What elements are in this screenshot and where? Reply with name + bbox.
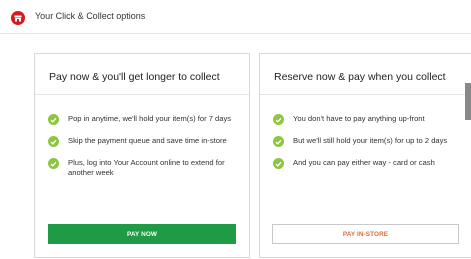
pay-now-option-card: Pay now & you'll get longer to collect P… bbox=[34, 53, 250, 258]
page-title: Your Click & Collect options bbox=[35, 11, 146, 21]
benefit-text: Skip the payment queue and save time in-… bbox=[68, 136, 227, 145]
check-icon bbox=[48, 136, 59, 147]
side-feedback-tab[interactable] bbox=[465, 83, 471, 120]
benefit-text: But we'll still hold your item(s) for up… bbox=[293, 136, 448, 145]
click-collect-page: Your Click & Collect options Pay now & y… bbox=[0, 0, 471, 259]
store-icon bbox=[11, 11, 25, 25]
pay-now-button[interactable]: PAY NOW bbox=[48, 224, 236, 244]
card-title: Pay now & you'll get longer to collect bbox=[49, 71, 220, 83]
divider bbox=[35, 94, 249, 95]
card-title: Reserve now & pay when you collect bbox=[274, 71, 446, 83]
header-bar: Your Click & Collect options bbox=[0, 0, 471, 34]
benefit-text: You don't have to pay anything up-front bbox=[293, 114, 425, 123]
benefit-item: Pop in anytime, we'll hold your item(s) … bbox=[48, 114, 241, 125]
check-icon bbox=[273, 158, 284, 169]
benefit-list: You don't have to pay anything up-front … bbox=[273, 114, 463, 180]
benefit-item: Plus, log into Your Account online to ex… bbox=[48, 158, 241, 177]
check-icon bbox=[273, 136, 284, 147]
check-icon bbox=[273, 114, 284, 125]
benefit-item: You don't have to pay anything up-front bbox=[273, 114, 463, 125]
benefit-item: Skip the payment queue and save time in-… bbox=[48, 136, 241, 147]
divider bbox=[260, 94, 471, 95]
benefit-list: Pop in anytime, we'll hold your item(s) … bbox=[48, 114, 241, 188]
benefit-text: Pop in anytime, we'll hold your item(s) … bbox=[68, 114, 232, 123]
pay-in-store-option-card: Reserve now & pay when you collect You d… bbox=[259, 53, 471, 258]
benefit-text: And you can pay either way - card or cas… bbox=[293, 158, 435, 167]
benefit-item: And you can pay either way - card or cas… bbox=[273, 158, 463, 169]
check-icon bbox=[48, 114, 59, 125]
check-icon bbox=[48, 158, 59, 169]
benefit-item: But we'll still hold your item(s) for up… bbox=[273, 136, 463, 147]
pay-in-store-button[interactable]: PAY IN-STORE bbox=[272, 224, 459, 244]
benefit-text: Plus, log into Your Account online to ex… bbox=[68, 158, 225, 177]
